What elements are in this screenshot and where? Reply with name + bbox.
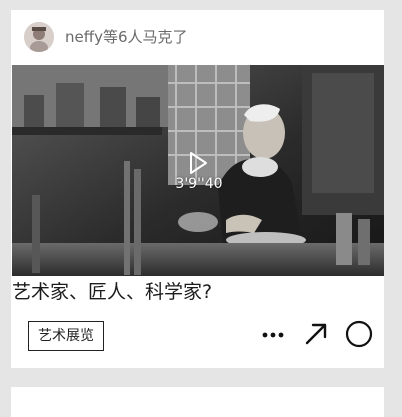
more-icon[interactable] <box>258 319 288 349</box>
card-header: neffy等6人马克了 <box>11 10 384 64</box>
category-tag[interactable]: 艺术展览 <box>28 321 104 351</box>
more-icon-glyph <box>262 332 284 338</box>
video-thumbnail[interactable]: 3'9''40 <box>12 65 384 276</box>
video-duration: 3'9''40 <box>175 176 223 192</box>
share-arrow-icon[interactable] <box>301 319 331 349</box>
next-feed-card <box>11 387 384 417</box>
card-actions <box>245 316 374 352</box>
feed-card[interactable]: neffy等6人马克了 3'9''40 艺术家、匠人、科学家? 艺术展览 <box>11 10 384 368</box>
avatar-image <box>24 22 54 52</box>
share-arrow-glyph <box>305 323 327 345</box>
user-avatar-icon[interactable] <box>24 22 54 52</box>
circle-mark-icon[interactable] <box>344 319 374 349</box>
card-title[interactable]: 艺术家、匠人、科学家? <box>12 280 212 304</box>
play-icon[interactable] <box>184 149 212 177</box>
circle-mark-glyph <box>345 320 373 348</box>
mark-summary[interactable]: neffy等6人马克了 <box>65 28 188 46</box>
